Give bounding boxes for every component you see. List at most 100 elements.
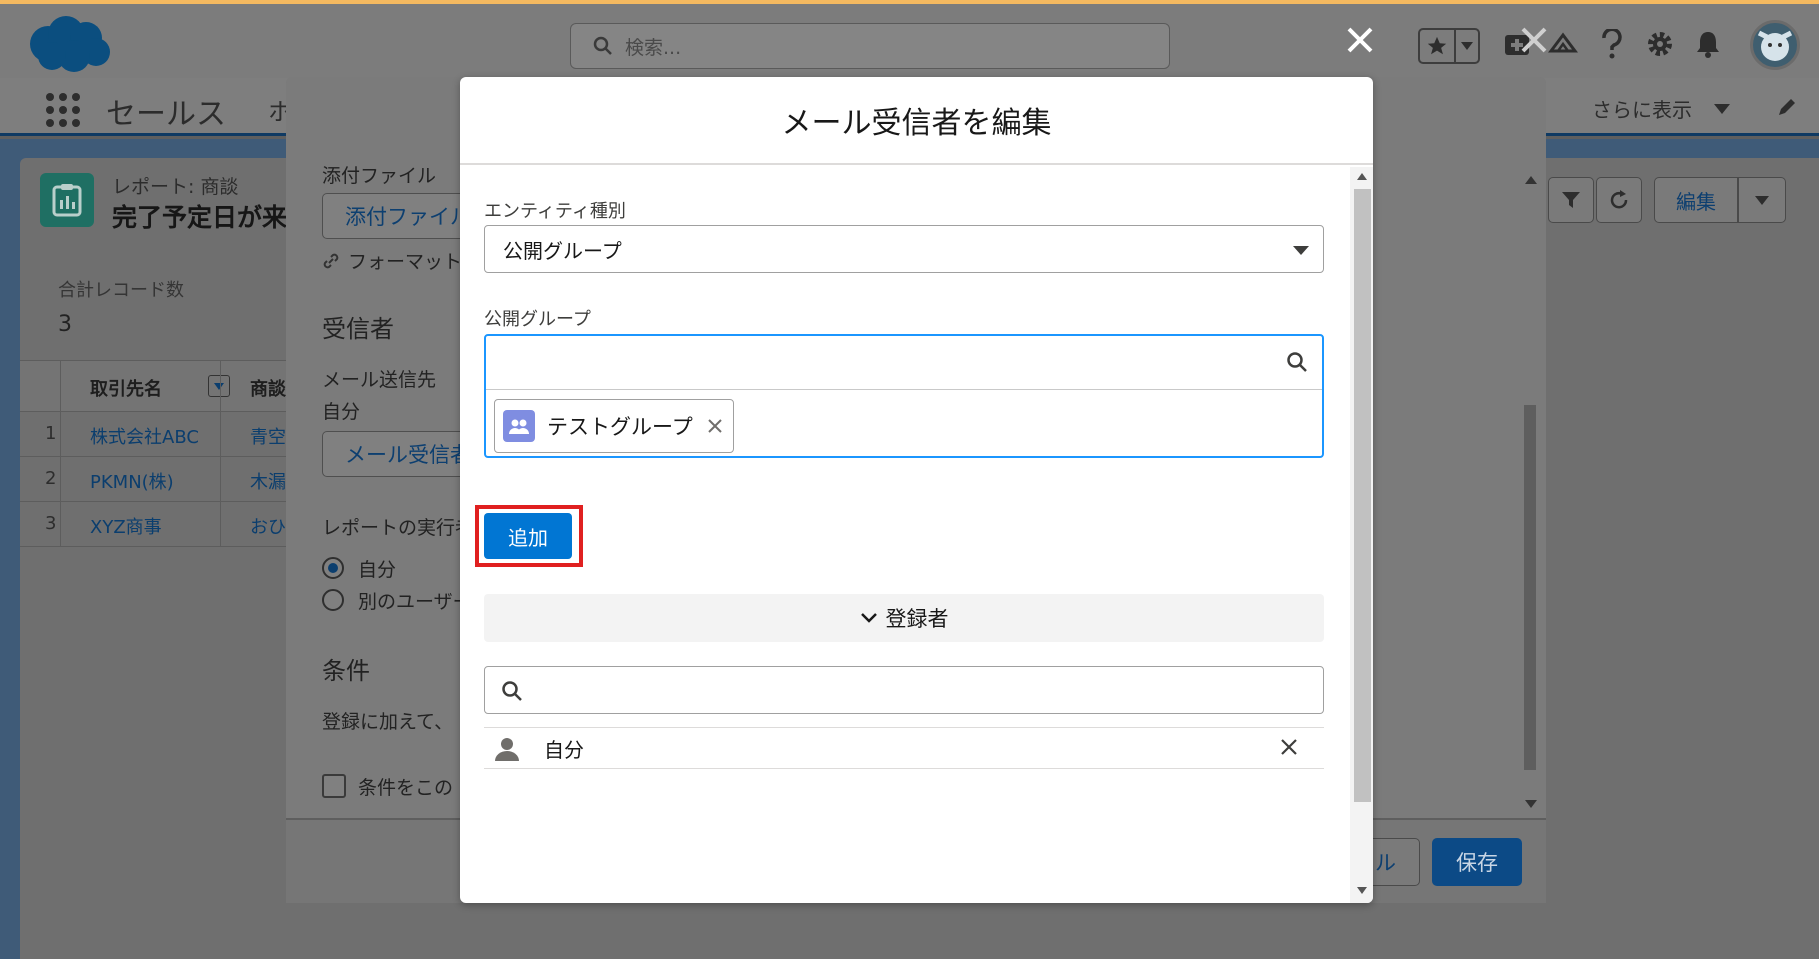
entity-type-select[interactable]: 公開グループ <box>484 225 1324 273</box>
user-avatar[interactable] <box>1750 20 1800 70</box>
help-icon[interactable] <box>1594 26 1630 62</box>
search-icon <box>1287 352 1307 372</box>
app-launcher-icon[interactable] <box>46 93 80 127</box>
table-divider <box>220 360 221 547</box>
edit-nav-pencil-icon[interactable] <box>1776 96 1798 122</box>
entity-type-label: エンティティ種別 <box>484 201 626 222</box>
members-section-title: 登録者 <box>885 607 949 631</box>
attachment-button-label: 添付ファイル <box>345 205 471 229</box>
edit-recipients-modal: メール受信者を編集 エンティティ種別 公開グループ 公開グループ テストグループ… <box>460 77 1373 903</box>
refresh-button[interactable] <box>1596 177 1642 223</box>
report-title: 完了予定日が来 <box>112 203 288 232</box>
selected-group-pill: テストグループ <box>494 399 734 453</box>
scroll-up-arrow-icon[interactable] <box>1357 173 1367 180</box>
filter-icon <box>1562 192 1580 208</box>
entity-type-value: 公開グループ <box>503 238 622 263</box>
public-group-search-input[interactable] <box>486 336 1322 390</box>
conditions-checkbox[interactable] <box>322 774 346 798</box>
favorites-button[interactable] <box>1418 28 1480 64</box>
row-number: 2 <box>45 468 57 489</box>
search-icon <box>502 681 522 701</box>
edit-recipients-label: メール受信者 <box>345 443 471 467</box>
account-link[interactable]: XYZ商事 <box>90 513 162 539</box>
remove-member-close-icon[interactable] <box>1280 738 1298 756</box>
format-link-label: フォーマット <box>348 251 463 273</box>
edit-report-button[interactable]: 編集 <box>1654 177 1738 223</box>
run-as-other-radio[interactable] <box>322 589 344 611</box>
conditions-checkbox-label: 条件をこの <box>358 777 454 799</box>
add-button[interactable]: 追加 <box>484 513 572 559</box>
star-icon <box>1420 30 1456 62</box>
search-icon <box>593 36 612 55</box>
modal-title: メール受信者を編集 <box>460 77 1373 165</box>
email-to-label: メール送信先 <box>322 369 437 391</box>
group-icon <box>503 410 535 442</box>
save-button[interactable]: 保存 <box>1432 838 1522 886</box>
close-icon[interactable] <box>1340 20 1380 60</box>
chevron-down-icon <box>1714 103 1730 114</box>
scroll-down-arrow-icon[interactable] <box>1525 800 1537 808</box>
opportunity-link[interactable]: 木漏 <box>250 468 290 494</box>
close-icon[interactable] <box>1514 20 1554 60</box>
conditions-heading: 条件 <box>322 657 370 685</box>
run-as-other-label: 別のユーザー <box>358 591 472 613</box>
public-group-lookup: テストグループ <box>484 334 1324 458</box>
salesforce-logo-icon[interactable] <box>26 14 114 76</box>
format-link[interactable]: フォーマット <box>322 247 462 274</box>
members-filter-input[interactable] <box>484 666 1324 714</box>
column-header-account[interactable]: 取引先名 <box>90 375 162 401</box>
public-group-label: 公開グループ <box>484 309 591 330</box>
chevron-down-icon <box>1293 246 1309 255</box>
link-icon <box>323 253 339 268</box>
column-menu-chevron-icon[interactable] <box>208 375 230 397</box>
opportunity-link[interactable]: 青空 <box>250 423 290 449</box>
recipients-heading: 受信者 <box>322 315 394 343</box>
global-search-input[interactable]: 検索... <box>570 23 1170 69</box>
account-link[interactable]: PKMN(株) <box>90 468 174 494</box>
row-number: 1 <box>45 423 57 444</box>
total-records-label: 合計レコード数 <box>58 280 184 301</box>
table-divider <box>60 360 61 547</box>
add-button-label: 追加 <box>508 525 548 550</box>
account-link[interactable]: 株式会社ABC <box>90 423 199 449</box>
total-records-value: 3 <box>58 312 72 337</box>
setup-gear-icon[interactable] <box>1642 26 1678 62</box>
chevron-down-icon <box>860 613 877 623</box>
remove-pill-close-icon[interactable] <box>707 418 723 434</box>
opportunity-link[interactable]: おひ <box>250 513 290 539</box>
filter-button[interactable] <box>1548 177 1594 223</box>
cancel-label: ル <box>1375 851 1396 875</box>
subscribe-modal-scroll-thumb[interactable] <box>1524 405 1536 770</box>
search-placeholder: 検索... <box>625 36 682 59</box>
selected-group-label: テストグループ <box>547 415 693 439</box>
save-label: 保存 <box>1456 851 1498 875</box>
refresh-icon <box>1610 190 1628 209</box>
notifications-bell-icon[interactable] <box>1690 26 1726 62</box>
app-name: セールス <box>106 97 226 132</box>
attachment-label: 添付ファイル <box>322 165 437 187</box>
scroll-down-arrow-icon[interactable] <box>1357 887 1367 894</box>
edit-recipients-button[interactable]: メール受信者 <box>322 431 482 477</box>
report-icon <box>40 173 94 227</box>
scroll-up-arrow-icon[interactable] <box>1525 176 1537 184</box>
report-actions-dropdown[interactable] <box>1738 177 1786 223</box>
more-tabs-label: さらに表示 <box>1592 98 1692 122</box>
run-as-self-label: 自分 <box>358 559 397 581</box>
run-as-label: レポートの実行者 <box>322 517 475 539</box>
conditions-text: 登録に加えて、 <box>322 711 454 733</box>
column-header-opportunity[interactable]: 商談 <box>250 375 286 401</box>
run-as-self-radio[interactable] <box>322 557 344 579</box>
row-number: 3 <box>45 513 57 534</box>
user-icon <box>495 738 519 761</box>
chevron-down-icon <box>1755 195 1769 205</box>
list-item: 自分 <box>484 727 1324 769</box>
members-section-toggle[interactable]: 登録者 <box>484 594 1324 642</box>
edit-report-label: 編集 <box>1676 189 1716 214</box>
report-type-label: レポート: 商談 <box>112 176 239 198</box>
chevron-down-icon <box>1456 30 1478 62</box>
modal-scroll-thumb[interactable] <box>1354 189 1371 802</box>
email-to-value: 自分 <box>322 401 361 423</box>
member-name: 自分 <box>544 738 584 762</box>
more-tabs-button[interactable]: さらに表示 <box>1592 94 1730 123</box>
attachment-button[interactable]: 添付ファイル <box>322 193 482 239</box>
